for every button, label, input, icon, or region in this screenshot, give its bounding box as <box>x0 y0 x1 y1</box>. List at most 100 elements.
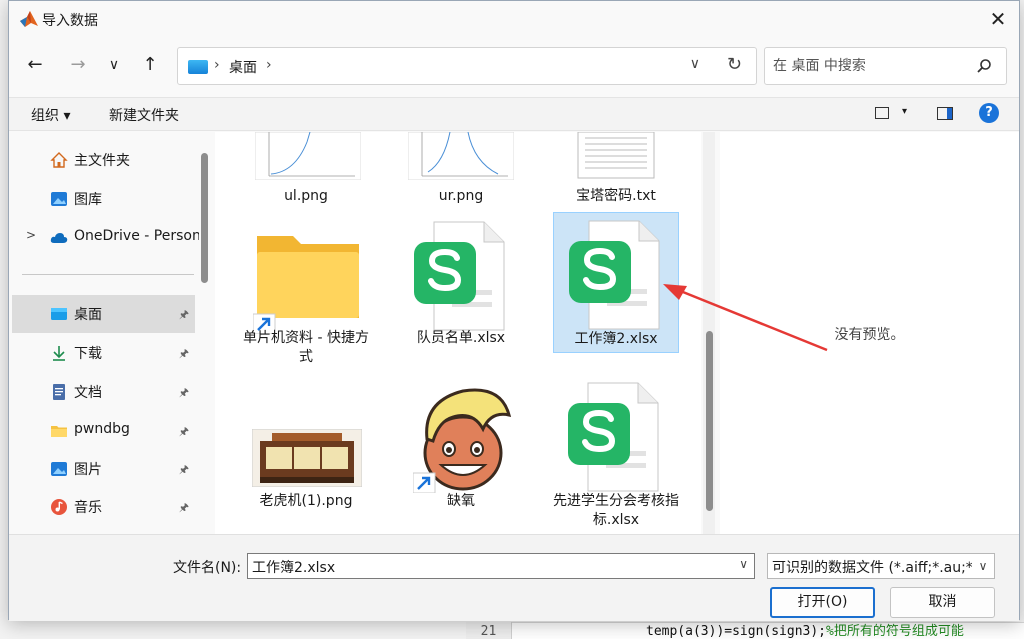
recent-locations-button[interactable]: ∨ <box>102 53 126 77</box>
file-type-value[interactable]: 可识别的数据文件 (*.aiff;*.au;*.avi <box>772 557 994 577</box>
sidebar-item-music[interactable]: 音乐 🖈 <box>12 488 195 526</box>
folder-icon <box>51 426 67 437</box>
download-icon <box>53 346 65 361</box>
image-thumbnail-icon <box>252 429 362 487</box>
file-item-student-assessment-xlsx[interactable]: 先进学生分会考核指标.xlsx <box>553 377 679 533</box>
sidebar-item-home[interactable]: 主文件夹 <box>12 141 195 179</box>
sidebar-item-label: pwndbg <box>74 421 130 437</box>
gallery-icon <box>51 192 67 206</box>
file-item-ur-png[interactable]: ur.png <box>398 132 524 212</box>
pin-icon: 🖈 <box>178 501 189 514</box>
pin-icon: 🖈 <box>178 463 189 476</box>
navigation-bar: ← → ∨ ↑ › 桌面 › ∨ ↻ <box>9 41 1019 91</box>
sidebar-item-label: 图片 <box>74 462 102 478</box>
sidebar-item-downloads[interactable]: 下载 🖈 <box>12 334 195 372</box>
sidebar-item-desktop[interactable]: 桌面 🖈 <box>12 295 195 333</box>
navigation-scrollbar-thumb[interactable] <box>201 153 208 283</box>
open-button[interactable]: 打开(O) <box>770 587 875 618</box>
view-options-arrow[interactable]: ▾ <box>902 106 907 117</box>
file-item-mcu-shortcut[interactable]: 单片机资料 - 快捷方式 <box>243 214 369 370</box>
file-item-roster-xlsx[interactable]: 队员名单.xlsx <box>398 214 524 370</box>
breadcrumb-desktop[interactable]: 桌面 <box>229 57 257 77</box>
sidebar-item-label: 音乐 <box>74 500 102 516</box>
home-icon <box>50 152 68 168</box>
music-icon <box>51 499 67 515</box>
file-item-oxygen-not-included[interactable]: 缺氧 <box>398 377 524 517</box>
help-button[interactable]: ? <box>979 103 999 123</box>
filename-input[interactable]: 工作簿2.xlsx ∨ <box>247 553 755 579</box>
breadcrumb-separator[interactable]: › <box>214 57 220 73</box>
file-list: ul.png ur.png 宝塔密码.txt 单片机资料 - 快捷方式 队员名单… <box>215 132 701 534</box>
sidebar-item-label: 文档 <box>74 385 102 401</box>
breadcrumb-separator[interactable]: › <box>266 57 272 73</box>
dialog-footer: 文件名(N): 工作簿2.xlsx ∨ 可识别的数据文件 (*.aiff;*.a… <box>9 534 1019 621</box>
close-button[interactable]: ✕ <box>983 5 1013 33</box>
up-button[interactable]: ↑ <box>138 53 162 77</box>
wps-spreadsheet-icon <box>569 220 660 330</box>
navigation-pane: 主文件夹 图库 > OneDrive - Personal 桌面 🖈 下载 🖈 … <box>9 132 199 534</box>
pin-icon: 🖈 <box>178 425 189 438</box>
sidebar-item-label: OneDrive - Personal <box>74 228 199 244</box>
title-bar: 导入数据 ✕ <box>9 1 1019 37</box>
nav-divider <box>22 274 194 275</box>
search-box[interactable] <box>764 47 1007 85</box>
desktop-icon <box>51 308 67 320</box>
file-name: ur.png <box>438 188 484 204</box>
wps-spreadsheet-icon <box>568 382 659 492</box>
sidebar-item-onedrive[interactable]: > OneDrive - Personal <box>12 219 199 257</box>
cancel-button[interactable]: 取消 <box>890 587 995 618</box>
file-name: 宝塔密码.txt <box>576 188 656 204</box>
pin-icon: 🖈 <box>178 347 189 360</box>
expand-chevron-icon[interactable]: > <box>26 228 36 242</box>
import-data-dialog: 导入数据 ✕ ← → ∨ ↑ › 桌面 › ∨ ↻ 组织 ▾ 新建文件夹 ▾ <box>8 0 1020 621</box>
editor-line-number: 21 <box>466 622 512 639</box>
code-comment: %把所有的符号组成可能 <box>826 624 964 639</box>
editor-code-line: temp(a(3))=sign(sign3);%把所有的符号组成可能 <box>646 622 1024 639</box>
organize-button[interactable]: 组织 ▾ <box>31 105 70 125</box>
file-name: 队员名单.xlsx <box>416 330 506 346</box>
search-icon[interactable] <box>976 58 992 74</box>
pin-icon: 🖈 <box>178 386 189 399</box>
image-thumbnail-icon <box>408 132 514 180</box>
chevron-down-icon[interactable]: ∨ <box>739 557 748 571</box>
code-text: temp(a(3))=sign(sign3); <box>646 624 827 639</box>
search-input[interactable] <box>773 56 973 76</box>
view-options-icon[interactable] <box>875 107 889 119</box>
pictures-icon <box>51 462 67 476</box>
sidebar-item-pwndbg[interactable]: pwndbg 🖈 <box>12 412 195 450</box>
sidebar-item-label: 桌面 <box>74 307 102 323</box>
sidebar-item-gallery[interactable]: 图库 <box>12 180 195 218</box>
document-icon <box>53 384 65 400</box>
forward-button[interactable]: → <box>66 53 90 77</box>
address-bar[interactable]: › 桌面 › ∨ ↻ <box>177 47 757 85</box>
back-button[interactable]: ← <box>23 53 47 77</box>
wps-spreadsheet-icon <box>414 221 505 331</box>
address-dropdown-button[interactable]: ∨ <box>690 56 700 72</box>
refresh-button[interactable]: ↻ <box>727 54 742 75</box>
preview-pane-icon[interactable] <box>937 107 953 120</box>
file-type-select[interactable]: 可识别的数据文件 (*.aiff;*.au;*.avi ∨ <box>767 553 995 579</box>
file-name: ul.png <box>284 188 328 204</box>
file-item-ul-png[interactable]: ul.png <box>243 132 369 212</box>
sidebar-item-label: 主文件夹 <box>74 153 130 169</box>
filename-value[interactable]: 工作簿2.xlsx <box>252 557 335 577</box>
annotation-arrow-icon <box>663 284 828 352</box>
file-name: 单片机资料 - 快捷方式 <box>243 330 369 365</box>
sidebar-item-label: 下载 <box>74 346 102 362</box>
new-folder-button[interactable]: 新建文件夹 <box>109 105 179 125</box>
chevron-down-icon[interactable]: ∨ <box>972 554 994 578</box>
pin-icon: 🖈 <box>178 308 189 321</box>
window-title: 导入数据 <box>42 13 98 29</box>
file-name: 缺氧 <box>447 493 475 509</box>
game-shortcut-icon <box>413 388 512 493</box>
text-file-icon <box>577 132 655 179</box>
command-bar: 组织 ▾ 新建文件夹 ▾ ? <box>9 97 1019 131</box>
file-item-baota-txt[interactable]: 宝塔密码.txt <box>553 132 679 212</box>
sidebar-item-pictures[interactable]: 图片 🖈 <box>12 450 195 488</box>
sidebar-item-documents[interactable]: 文档 🖈 <box>12 373 195 411</box>
file-item-slot-machine-png[interactable]: 老虎机(1).png <box>243 377 369 517</box>
desktop-icon <box>188 60 208 74</box>
folder-shortcut-icon <box>253 236 359 334</box>
onedrive-cloud-icon <box>50 233 68 243</box>
file-name: 老虎机(1).png <box>259 493 353 509</box>
